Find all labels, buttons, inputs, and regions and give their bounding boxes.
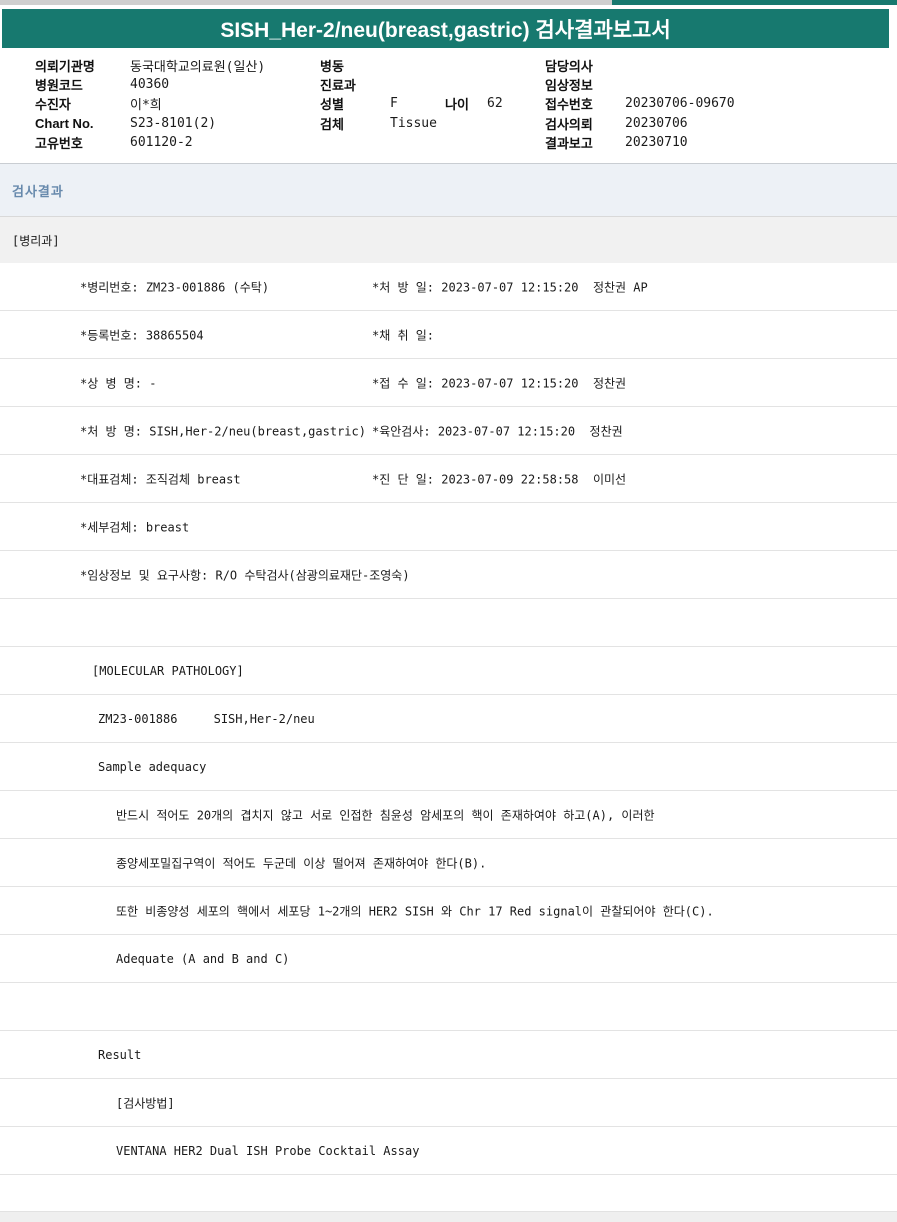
patient-info-section: 의뢰기관명 동국대학교의료원(일산) 병원코드 40360 수진자 이*희 Ch… — [0, 48, 897, 163]
table-row: *세부검체: breast — [0, 503, 897, 551]
row-right-text: *육안검사: 2023-07-07 12:15:20 정찬권 — [372, 424, 623, 438]
field-label: 의뢰기관명 — [35, 59, 95, 75]
field-label: 병동 — [320, 59, 344, 75]
report-title-bar: SISH_Her-2/neu(breast,gastric) 검사결과보고서 — [2, 9, 889, 48]
table-row: Adequate (A and B and C) — [0, 935, 897, 983]
row-left-text: 또한 비종양성 세포의 핵에서 세포당 1~2개의 HER2 SISH 와 Ch… — [116, 904, 714, 918]
field-label: 임상정보 — [545, 78, 593, 94]
field-label: 고유번호 — [35, 135, 83, 151]
table-row: [MOLECULAR PATHOLOGY] — [0, 647, 897, 695]
report-title: SISH_Her-2/neu(breast,gastric) 검사결과보고서 — [220, 18, 671, 42]
field-value: S23-8101(2) — [130, 115, 217, 131]
field-label: 수진자 — [35, 97, 71, 113]
top-edge-strip — [0, 0, 897, 5]
patient-info-col3: 담당의사 임상정보 접수번호 20230706-09670 검사의뢰 20230… — [545, 56, 735, 152]
field-value: 20230706-09670 — [625, 96, 735, 112]
table-row — [0, 983, 897, 1031]
table-row: *상 병 명: - *접 수 일: 2023-07-07 12:15:20 정찬… — [0, 359, 897, 407]
row-left-text: *병리번호: ZM23-001886 (수탁) — [80, 280, 270, 294]
results-section-title: 검사결과 — [12, 183, 64, 199]
row-left-text: Adequate (A and B and C) — [116, 951, 290, 966]
department-band: [병리과] — [0, 216, 897, 263]
table-row: *임상정보 및 요구사항: R/O 수탁검사(삼광의료재단-조영숙) — [0, 551, 897, 599]
row-left-text: Sample adequacy — [98, 759, 207, 774]
field-label: 성별 — [320, 97, 344, 113]
row-left-text: Result — [98, 1047, 142, 1062]
field-value: 62 — [487, 96, 503, 112]
field-value: 동국대학교의료원(일산) — [130, 60, 266, 76]
table-row: *등록번호: 38865504 *채 취 일: — [0, 311, 897, 359]
field-value: 20230706 — [625, 115, 688, 131]
row-left-text: ZM23-001886 SISH,Her-2/neu — [98, 711, 315, 726]
table-row — [0, 599, 897, 647]
row-left-text: 종양세포밀집구역이 적어도 두군데 이상 떨어져 존재하여야 한다(B). — [116, 856, 487, 870]
table-row: ZM23-001886 SISH,Her-2/neu — [0, 695, 897, 743]
top-strip-gray — [0, 0, 612, 5]
info-row-report-date: 결과보고 20230710 — [545, 133, 735, 152]
row-left-text: [MOLECULAR PATHOLOGY] — [92, 663, 244, 678]
table-row: *대표검체: 조직검체 breast *진 단 일: 2023-07-09 22… — [0, 455, 897, 503]
field-value: F — [390, 96, 398, 112]
row-right-text: *접 수 일: 2023-07-07 12:15:20 정찬권 — [372, 376, 627, 390]
row-left-text: *대표검체: 조직검체 breast — [80, 472, 241, 486]
table-row: [검사방법] — [0, 1079, 897, 1127]
footer-strip — [0, 1211, 897, 1222]
table-row: Sample adequacy — [0, 743, 897, 791]
info-row-unique-no: 고유번호 601120-2 — [35, 133, 265, 152]
field-label: 나이 — [445, 97, 469, 113]
info-row-hospital-code: 병원코드 40360 — [35, 75, 265, 94]
row-left-text: *임상정보 및 요구사항: R/O 수탁검사(삼광의료재단-조영숙) — [80, 568, 410, 582]
info-row-sex-age: 성별 F 나이 62 — [320, 94, 542, 113]
row-right-text: *진 단 일: 2023-07-09 22:58:58 이미선 — [372, 472, 627, 486]
result-rows: *병리번호: ZM23-001886 (수탁) *처 방 일: 2023-07-… — [0, 263, 897, 1175]
field-label: Chart No. — [35, 115, 94, 131]
field-label: 검체 — [320, 116, 344, 132]
table-row: VENTANA HER2 Dual ISH Probe Cocktail Ass… — [0, 1127, 897, 1175]
info-row-institution: 의뢰기관명 동국대학교의료원(일산) — [35, 56, 265, 75]
table-row: *병리번호: ZM23-001886 (수탁) *처 방 일: 2023-07-… — [0, 263, 897, 311]
results-section-header: 검사결과 — [0, 163, 897, 216]
field-label: 검사의뢰 — [545, 116, 593, 132]
patient-info-col2: 병동 진료과 성별 F 나이 62 검체 Tissue — [320, 56, 542, 133]
row-left-text: *세부검체: breast — [80, 520, 190, 534]
table-row: 종양세포밀집구역이 적어도 두군데 이상 떨어져 존재하여야 한다(B). — [0, 839, 897, 887]
info-row-specimen: 검체 Tissue — [320, 114, 542, 133]
info-row-chart-no: Chart No. S23-8101(2) — [35, 114, 265, 133]
info-row-doctor: 담당의사 — [545, 56, 735, 75]
info-row-clinical-info: 임상정보 — [545, 75, 735, 94]
field-label: 진료과 — [320, 78, 356, 94]
top-strip-teal — [612, 0, 897, 5]
row-right-text: *처 방 일: 2023-07-07 12:15:20 정찬권 AP — [372, 280, 648, 294]
table-row: *처 방 명: SISH,Her-2/neu(breast,gastric) *… — [0, 407, 897, 455]
row-left-text: *등록번호: 38865504 — [80, 328, 204, 342]
field-value: 이*희 — [130, 98, 162, 114]
row-right-text: *채 취 일: — [372, 328, 435, 342]
field-label: 담당의사 — [545, 59, 593, 75]
field-label: 결과보고 — [545, 135, 593, 151]
report-page: SISH_Her-2/neu(breast,gastric) 검사결과보고서 의… — [0, 0, 897, 1222]
row-left-text: VENTANA HER2 Dual ISH Probe Cocktail Ass… — [116, 1143, 420, 1158]
row-left-text: 반드시 적어도 20개의 겹치지 않고 서로 인접한 침윤성 암세포의 핵이 존… — [116, 808, 655, 822]
info-row-request-date: 검사의뢰 20230706 — [545, 114, 735, 133]
patient-info-col1: 의뢰기관명 동국대학교의료원(일산) 병원코드 40360 수진자 이*희 Ch… — [35, 56, 265, 152]
field-value: 20230710 — [625, 134, 688, 150]
row-left-text: *상 병 명: - — [80, 376, 157, 390]
table-row: Result — [0, 1031, 897, 1079]
table-row: 반드시 적어도 20개의 겹치지 않고 서로 인접한 침윤성 암세포의 핵이 존… — [0, 791, 897, 839]
field-label: 접수번호 — [545, 97, 593, 113]
info-row-patient-name: 수진자 이*희 — [35, 94, 265, 113]
row-left-text: [검사방법] — [116, 1096, 175, 1110]
table-row: 또한 비종양성 세포의 핵에서 세포당 1~2개의 HER2 SISH 와 Ch… — [0, 887, 897, 935]
field-value: Tissue — [390, 115, 437, 131]
department-label: [병리과] — [12, 233, 60, 248]
field-label: 병원코드 — [35, 78, 83, 94]
info-row-ward: 병동 — [320, 56, 542, 75]
row-left-text: *처 방 명: SISH,Her-2/neu(breast,gastric) — [80, 424, 366, 438]
info-row-department: 진료과 — [320, 75, 542, 94]
field-value: 40360 — [130, 77, 170, 93]
info-row-accession-no: 접수번호 20230706-09670 — [545, 94, 735, 113]
field-value: 601120-2 — [130, 134, 193, 150]
bottom-whitespace — [0, 1175, 897, 1209]
